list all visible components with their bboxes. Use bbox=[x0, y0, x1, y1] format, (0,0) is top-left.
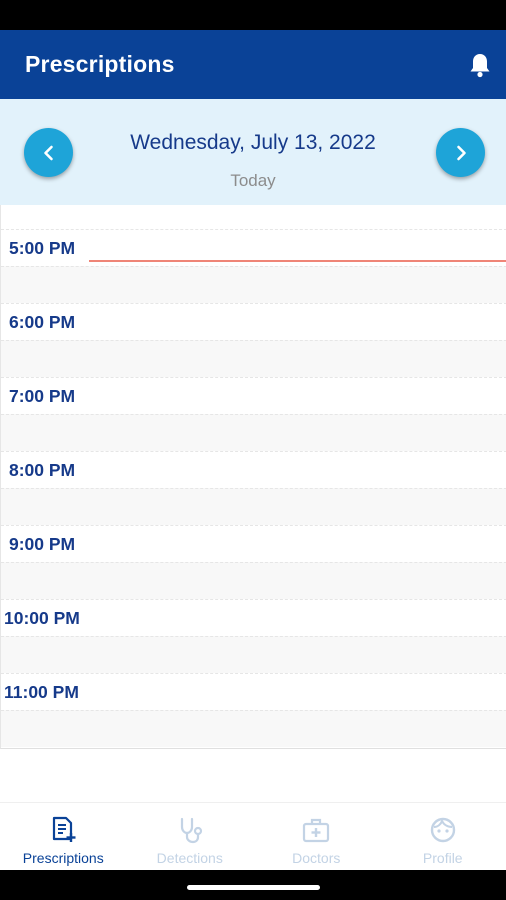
bottom-navigation: Prescriptions Detections Doctors Profile bbox=[0, 802, 506, 870]
selected-date: Wednesday, July 13, 2022 bbox=[130, 131, 376, 154]
tab-label: Prescriptions bbox=[22, 850, 104, 866]
time-label: 7:00 PM bbox=[9, 386, 76, 406]
time-slot-5pm[interactable]: 5:00 PM bbox=[1, 229, 506, 303]
time-slot-9pm[interactable]: 9:00 PM bbox=[1, 525, 506, 599]
prescription-icon bbox=[48, 815, 78, 845]
date-header: Wednesday, July 13, 2022 Today bbox=[0, 99, 506, 205]
time-slot-10pm[interactable]: 10:00 PM bbox=[1, 599, 506, 673]
time-label: 5:00 PM bbox=[9, 238, 76, 258]
medical-kit-icon bbox=[301, 815, 331, 845]
next-day-button[interactable] bbox=[436, 128, 485, 177]
stethoscope-icon bbox=[175, 815, 205, 845]
time-label: 11:00 PM bbox=[4, 682, 79, 702]
day-schedule[interactable]: 5:00 PM 6:00 PM 7:00 PM 8:00 PM 9:00 PM … bbox=[0, 205, 506, 802]
current-time-indicator bbox=[89, 260, 506, 262]
time-label: 6:00 PM bbox=[9, 312, 76, 332]
time-slot-11pm[interactable]: 11:00 PM bbox=[1, 673, 506, 747]
status-bar bbox=[0, 0, 506, 30]
tab-detections[interactable]: Detections bbox=[127, 803, 254, 870]
time-slot-8pm[interactable]: 8:00 PM bbox=[1, 451, 506, 525]
tab-profile[interactable]: Profile bbox=[380, 803, 506, 870]
time-label: 8:00 PM bbox=[9, 460, 76, 480]
face-icon bbox=[428, 815, 458, 845]
app-bar: Prescriptions bbox=[0, 30, 506, 99]
tab-doctors[interactable]: Doctors bbox=[253, 803, 380, 870]
schedule-grid: 5:00 PM 6:00 PM 7:00 PM 8:00 PM 9:00 PM … bbox=[0, 205, 506, 749]
tab-label: Doctors bbox=[292, 850, 341, 866]
time-slot-7pm[interactable]: 7:00 PM bbox=[1, 377, 506, 451]
tab-label: Profile bbox=[422, 850, 463, 866]
tab-prescriptions[interactable]: Prescriptions bbox=[0, 803, 127, 870]
time-label: 10:00 PM bbox=[4, 608, 80, 628]
tab-label: Detections bbox=[156, 850, 223, 866]
chevron-right-icon bbox=[456, 145, 466, 160]
home-gesture-handle[interactable] bbox=[187, 885, 320, 890]
page-title: Prescriptions bbox=[25, 51, 175, 77]
bell-icon[interactable] bbox=[466, 51, 494, 79]
time-label: 9:00 PM bbox=[9, 534, 76, 554]
time-slot-6pm[interactable]: 6:00 PM bbox=[1, 303, 506, 377]
date-relative-label: Today bbox=[230, 171, 276, 190]
